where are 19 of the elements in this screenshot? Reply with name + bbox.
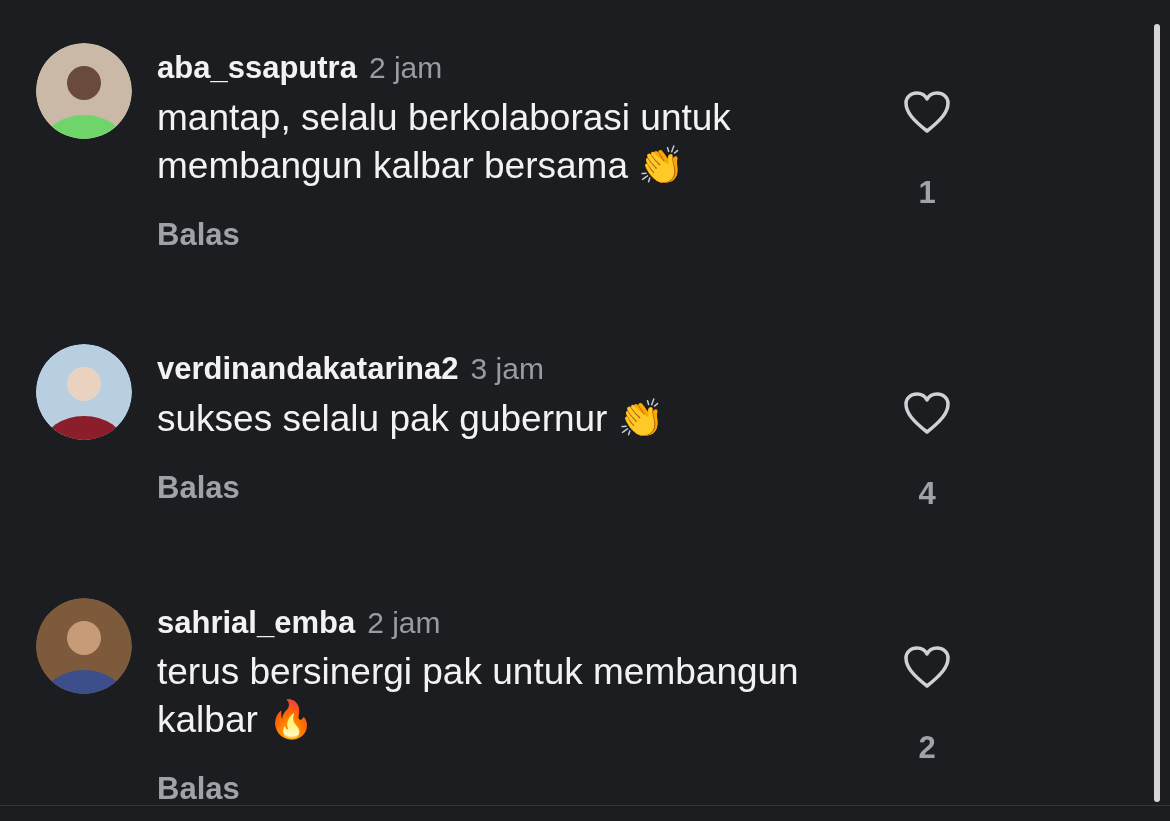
heart-icon[interactable] [903,644,951,689]
reply-link[interactable]: Balas [157,771,240,805]
like-count: 4 [918,475,936,513]
comment-text: terus bersinergi pak untuk membangun kalbar 🔥 [157,650,800,742]
username[interactable]: sahrial_emba [157,599,356,646]
comment-text: sukses selalu pak gubernur 👏 [157,396,665,441]
username[interactable]: verdinandakatarina2 [157,346,459,393]
like-count: 1 [918,174,936,212]
comment-time: 2 jam [368,50,443,86]
username[interactable]: aba_ssaputra [157,45,357,92]
comment-time: 3 jam [470,351,544,387]
comment-time: 2 jam [367,604,441,641]
reply-link[interactable]: Balas [157,216,240,252]
heart-icon[interactable] [903,391,951,435]
heart-icon[interactable] [903,90,951,134]
comment-text: mantap, selalu berkolaborasi untuk membangun kalbar bersama 👏 [157,95,732,188]
reply-link[interactable]: Balas [157,469,240,505]
scrollbar[interactable] [1154,24,1160,802]
like-count: 2 [918,728,936,767]
